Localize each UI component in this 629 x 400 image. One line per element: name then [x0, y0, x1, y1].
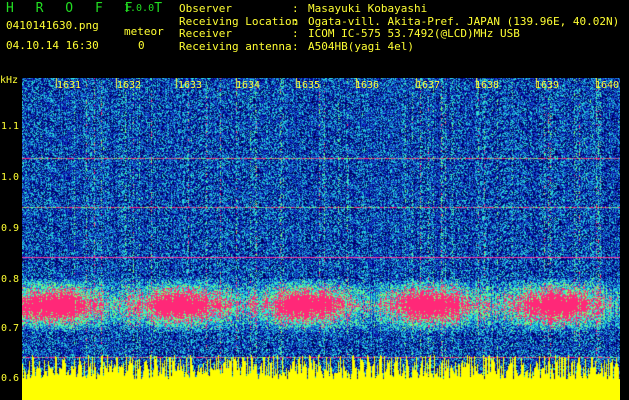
- info-row-antenna: Receiving antenna: A504HB(yagi 4el): [179, 39, 414, 53]
- x-tick-label: 1640: [595, 80, 620, 91]
- x-tick-label: 1636: [355, 80, 380, 91]
- x-tick-label: 1634: [236, 80, 261, 91]
- x-tick-label: 1631: [57, 80, 82, 91]
- y-tick-label: 0.6: [1, 373, 20, 384]
- y-tick-label: 0.7: [1, 323, 20, 334]
- y-tick-label: 1.0: [1, 172, 20, 183]
- app-version: 1.0.0: [124, 3, 155, 14]
- spectrogram-waterfall: [22, 78, 620, 400]
- y-tick-label: 1.1: [1, 121, 20, 132]
- frequency-unit-label: kHz: [0, 75, 19, 86]
- x-tick-label: 1639: [535, 80, 560, 91]
- station-info: Observer: Masayuki Kobayashi Receiving Lo…: [179, 2, 619, 53]
- datetime: 04.10.14 16:30: [6, 39, 99, 52]
- meteor-count: 0: [138, 39, 145, 52]
- x-tick-label: 1638: [475, 80, 500, 91]
- x-tick-label: 1637: [416, 80, 441, 91]
- x-tick-label: 1632: [117, 80, 142, 91]
- meteor-label: meteor: [124, 25, 164, 38]
- y-tick-label: 0.9: [1, 223, 20, 234]
- file-name: 0410141630.png: [6, 19, 99, 32]
- header-panel: H R O F F T 1.0.0 0410141630.png meteor …: [0, 0, 629, 78]
- x-tick-label: 1633: [178, 80, 203, 91]
- y-tick-label: 0.8: [1, 274, 20, 285]
- x-tick-label: 1635: [296, 80, 321, 91]
